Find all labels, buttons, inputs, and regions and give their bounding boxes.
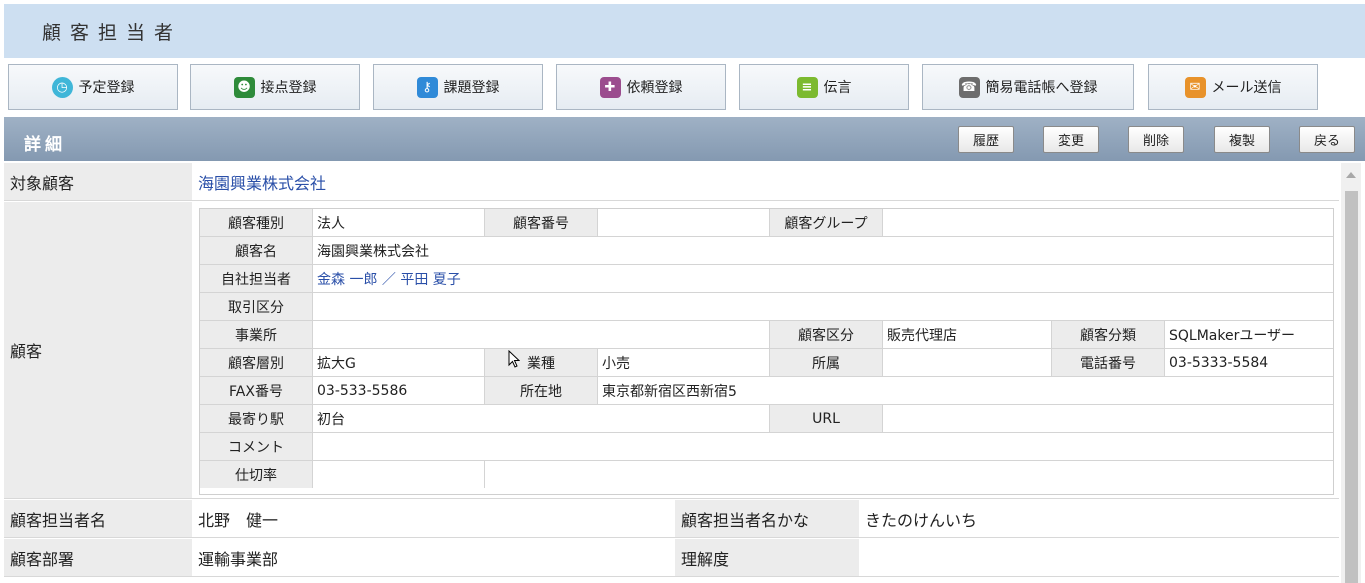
contact-register-button[interactable]: ☻ 接点登録	[190, 64, 360, 110]
contact-name-value: 北野 健一	[198, 511, 279, 530]
table-row: 事業所 顧客区分 販売代理店 顧客分類 SQLMakerユーザー	[200, 321, 1333, 349]
history-button[interactable]: 履歴	[958, 126, 1014, 153]
duplicate-button[interactable]: 複製	[1214, 126, 1270, 153]
affiliation-label: 所属	[770, 349, 883, 376]
table-row: コメント	[200, 433, 1333, 461]
station-value: 初台	[313, 405, 770, 432]
station-label: 最寄り駅	[200, 405, 313, 432]
phone-value: 03-5333-5584	[1169, 354, 1269, 371]
schedule-register-button[interactable]: ◷ 予定登録	[8, 64, 178, 110]
page-title: 顧客担当者	[42, 22, 183, 44]
contact-kana-label: 顧客担当者名かな	[675, 500, 859, 537]
customer-detail-table: 顧客種別 法人 顧客番号 顧客グループ 顧客名 海園興業株式会社 自社担当者 金…	[199, 208, 1334, 495]
department-label: 顧客部署	[4, 539, 192, 576]
url-label: URL	[770, 405, 883, 432]
request-register-button[interactable]: ✚ 依頼登録	[556, 64, 726, 110]
customer-tier-value: 拡大G	[313, 349, 485, 376]
customer-group-label: 顧客グループ	[770, 209, 883, 236]
edit-button[interactable]: 変更	[1043, 126, 1099, 153]
customer-class-value: SQLMakerユーザー	[1169, 327, 1296, 344]
office-value	[313, 321, 770, 348]
address-value: 東京都新宿区西新宿5	[602, 383, 737, 400]
clock-icon: ◷	[51, 76, 73, 98]
action-toolbar: ◷ 予定登録 ☻ 接点登録 ⚷ 課題登録 ✚ 依頼登録 ≡ 伝言 ☎ 簡易電話帳…	[4, 60, 1365, 113]
customer-tier-label: 顧客層別	[200, 349, 313, 376]
vertical-scrollbar[interactable]	[1341, 163, 1361, 583]
issue-register-label: 課題登録	[443, 80, 500, 96]
phone-label: 電話番号	[1052, 349, 1165, 376]
message-button[interactable]: ≡ 伝言	[739, 64, 909, 110]
comment-label: コメント	[200, 433, 313, 460]
mouse-cursor-icon	[508, 350, 520, 368]
contact-register-label: 接点登録	[260, 80, 317, 96]
table-row: 最寄り駅 初台 URL	[200, 405, 1333, 433]
scroll-up-icon[interactable]	[1346, 172, 1356, 178]
rate-value	[313, 461, 485, 488]
department-value: 運輸事業部	[198, 550, 279, 569]
table-row: 仕切率	[200, 461, 1333, 489]
people-icon: ☻	[233, 76, 255, 98]
customer-category-label: 顧客区分	[770, 321, 883, 348]
contact-kana-value: きたのけんいち	[865, 511, 978, 530]
table-row: 顧客層別 拡大G 業種 小売 所属 電話番号 03-5333-5584	[200, 349, 1333, 377]
phonebook-register-button[interactable]: ☎ 簡易電話帳へ登録	[922, 64, 1134, 110]
title-bar: 顧客担当者	[4, 4, 1365, 58]
target-customer-link[interactable]: 海園興業株式会社	[198, 163, 326, 201]
trade-category-label: 取引区分	[200, 293, 313, 320]
customer-label: 顧客	[4, 202, 192, 498]
table-row: 顧客名 海園興業株式会社	[200, 237, 1333, 265]
mail-icon: ✉	[1184, 76, 1206, 98]
department-row: 顧客部署 運輸事業部 理解度	[4, 539, 1339, 577]
fax-label: FAX番号	[200, 377, 313, 404]
industry-value: 小売	[598, 349, 770, 376]
detail-content: 対象顧客 海園興業株式会社 顧客 顧客種別 法人 顧客番号 顧客グループ 顧客名…	[4, 163, 1339, 583]
industry-label: 業種	[485, 349, 598, 376]
schedule-register-label: 予定登録	[78, 80, 135, 96]
owner-value[interactable]: 金森 一郎 ／ 平田 夏子	[313, 265, 1333, 292]
understanding-label: 理解度	[675, 539, 859, 576]
message-label: 伝言	[823, 80, 852, 96]
comment-value	[313, 433, 1333, 460]
customer-group-value	[883, 209, 1333, 236]
table-row: 顧客種別 法人 顧客番号 顧客グループ	[200, 209, 1333, 237]
contact-name-row: 顧客担当者名 北野 健一 顧客担当者名かな きたのけんいち	[4, 500, 1339, 538]
target-customer-row: 対象顧客 海園興業株式会社	[4, 163, 1339, 201]
customer-type-value: 法人	[313, 209, 485, 236]
key-icon: ⚷	[416, 76, 438, 98]
send-mail-button[interactable]: ✉ メール送信	[1148, 64, 1318, 110]
rate-label: 仕切率	[200, 461, 313, 488]
back-button[interactable]: 戻る	[1299, 126, 1355, 153]
owner-label: 自社担当者	[200, 265, 313, 292]
contact-name-label: 顧客担当者名	[4, 500, 192, 537]
phonebook-register-label: 簡易電話帳へ登録	[985, 80, 1098, 96]
target-customer-label: 対象顧客	[4, 163, 192, 200]
table-row: FAX番号 03-533-5586 所在地 東京都新宿区西新宿5	[200, 377, 1333, 405]
scroll-thumb[interactable]	[1345, 191, 1358, 583]
customer-number-value	[598, 209, 770, 236]
request-register-label: 依頼登録	[626, 80, 683, 96]
office-label: 事業所	[200, 321, 313, 348]
customer-type-label: 顧客種別	[200, 209, 313, 236]
table-row: 自社担当者 金森 一郎 ／ 平田 夏子	[200, 265, 1333, 293]
issue-register-button[interactable]: ⚷ 課題登録	[373, 64, 543, 110]
url-value	[883, 405, 1333, 432]
customer-class-label: 顧客分類	[1052, 321, 1165, 348]
gift-icon: ✚	[599, 76, 621, 98]
table-row: 取引区分	[200, 293, 1333, 321]
customer-name-value: 海園興業株式会社	[317, 243, 429, 260]
trade-category-value	[313, 293, 1333, 320]
customer-category-value: 販売代理店	[883, 321, 1052, 348]
phone-icon: ☎	[958, 76, 980, 98]
address-label: 所在地	[485, 377, 598, 404]
customer-number-label: 顧客番号	[485, 209, 598, 236]
fax-value: 03-533-5586	[313, 377, 485, 404]
memo-icon: ≡	[796, 76, 818, 98]
detail-title: 詳細	[24, 135, 66, 155]
send-mail-label: メール送信	[1211, 80, 1282, 96]
affiliation-value	[883, 349, 1052, 376]
delete-button[interactable]: 削除	[1128, 126, 1184, 153]
detail-header: 詳細 履歴 変更 削除 複製 戻る	[4, 117, 1365, 161]
customer-name-label: 顧客名	[200, 237, 313, 264]
